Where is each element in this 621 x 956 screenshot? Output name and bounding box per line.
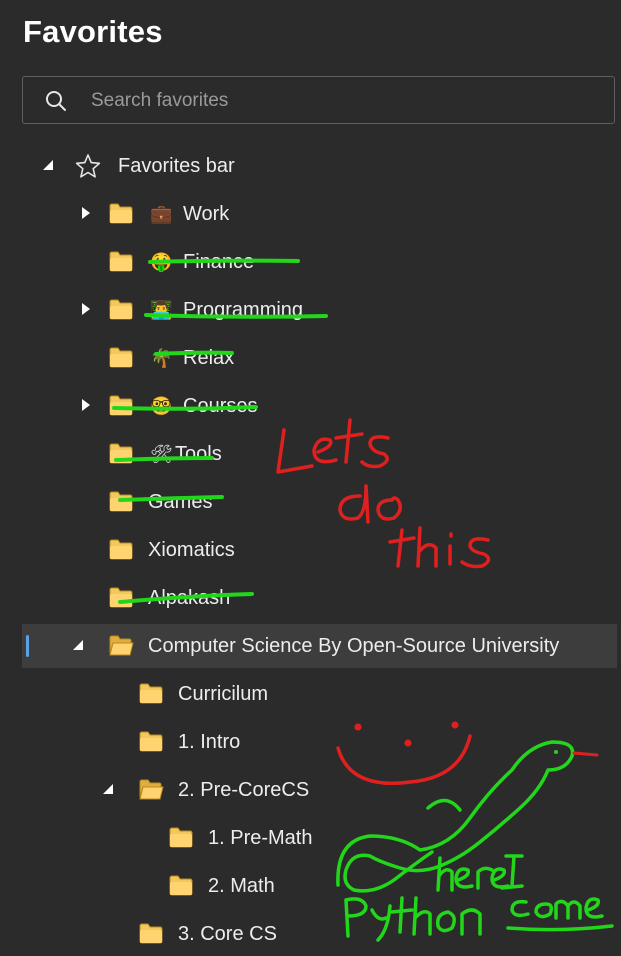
tree-item-label: Computer Science By Open-Source Universi… <box>148 635 560 657</box>
tree-item[interactable]: 🛠 Tools <box>22 432 617 476</box>
tree-item-label: Xiomatics <box>148 539 235 561</box>
tree-item-label: Games <box>148 491 213 513</box>
tree-item-label: Work <box>183 203 230 225</box>
tree-item-label: Alpakash <box>148 587 231 609</box>
folder-open-icon <box>138 778 164 800</box>
folder-icon <box>108 442 134 464</box>
emoji-icon: 🛠 <box>150 444 173 464</box>
caret-expanded-icon[interactable] <box>72 638 84 652</box>
tree-item-label: 1. Intro <box>178 731 241 753</box>
caret-collapsed-icon[interactable] <box>80 398 92 412</box>
folder-icon <box>138 922 164 944</box>
search-icon <box>46 91 66 111</box>
folder-icon <box>108 202 134 224</box>
folder-icon <box>108 250 134 272</box>
emoji-icon: 🤓 <box>150 396 173 416</box>
tree-item[interactable]: 💼 Work <box>22 192 617 236</box>
tree-item[interactable]: 🤑 Finance <box>22 240 617 284</box>
folder-icon <box>108 490 134 512</box>
tree-root-favorites-bar[interactable]: Favorites bar <box>22 144 617 188</box>
star-icon <box>75 154 101 178</box>
tree-item[interactable]: 1. Pre-Math <box>22 816 617 860</box>
page-title: Favorites <box>23 14 163 49</box>
tree-item-label: 1. Pre-Math <box>208 827 313 849</box>
emoji-icon: 💼 <box>150 204 173 224</box>
folder-open-icon <box>108 634 134 656</box>
tree-item[interactable]: 2. Pre-CoreCS <box>22 768 617 812</box>
tree-item[interactable]: Xiomatics <box>22 528 617 572</box>
folder-icon <box>138 682 164 704</box>
folder-icon <box>168 874 194 896</box>
tree-item-label: Tools <box>175 443 222 465</box>
caret-collapsed-icon[interactable] <box>80 206 92 220</box>
tree-item[interactable]: 1. Intro <box>22 720 617 764</box>
tree-item[interactable]: 3. Core CS <box>22 912 617 956</box>
folder-icon <box>168 826 194 848</box>
tree-item-label: Favorites bar <box>118 155 235 177</box>
folder-icon <box>108 346 134 368</box>
tree-item-label: Curricilum <box>178 683 268 705</box>
tree-item[interactable]: 🤓 Courses <box>22 384 617 428</box>
folder-icon <box>108 586 134 608</box>
tree-item[interactable]: 👨‍💻 Programming <box>22 288 617 332</box>
folder-icon <box>108 538 134 560</box>
search-box[interactable]: Search favorites <box>22 76 615 124</box>
caret-expanded-icon[interactable] <box>42 158 54 172</box>
tree-item-label: 2. Pre-CoreCS <box>178 779 310 801</box>
caret-collapsed-icon[interactable] <box>80 302 92 316</box>
folder-icon <box>108 298 134 320</box>
tree-item-label: 3. Core CS <box>178 923 277 945</box>
tree-item-label: Programming <box>183 299 304 321</box>
tree-item-label: Relax <box>183 347 235 369</box>
selection-indicator <box>26 635 29 657</box>
emoji-icon: 🌴 <box>150 348 173 368</box>
tree-item[interactable]: 🌴 Relax <box>22 336 617 380</box>
search-input[interactable]: Search favorites <box>91 90 228 112</box>
tree-item[interactable]: Computer Science By Open-Source Universi… <box>22 624 617 668</box>
tree-item[interactable]: Curricilum <box>22 672 617 716</box>
tree-item[interactable]: 2. Math <box>22 864 617 908</box>
tree-item[interactable]: Alpakash <box>22 576 617 620</box>
tree-item-label: 2. Math <box>208 875 275 897</box>
folder-icon <box>108 394 134 416</box>
tree-item-label: Courses <box>183 395 258 417</box>
tree-item-label: Finance <box>183 251 255 273</box>
tree-item[interactable]: Games <box>22 480 617 524</box>
caret-expanded-icon[interactable] <box>102 782 114 796</box>
folder-icon <box>138 730 164 752</box>
emoji-icon: 🤑 <box>150 252 173 272</box>
emoji-icon: 👨‍💻 <box>150 300 173 320</box>
